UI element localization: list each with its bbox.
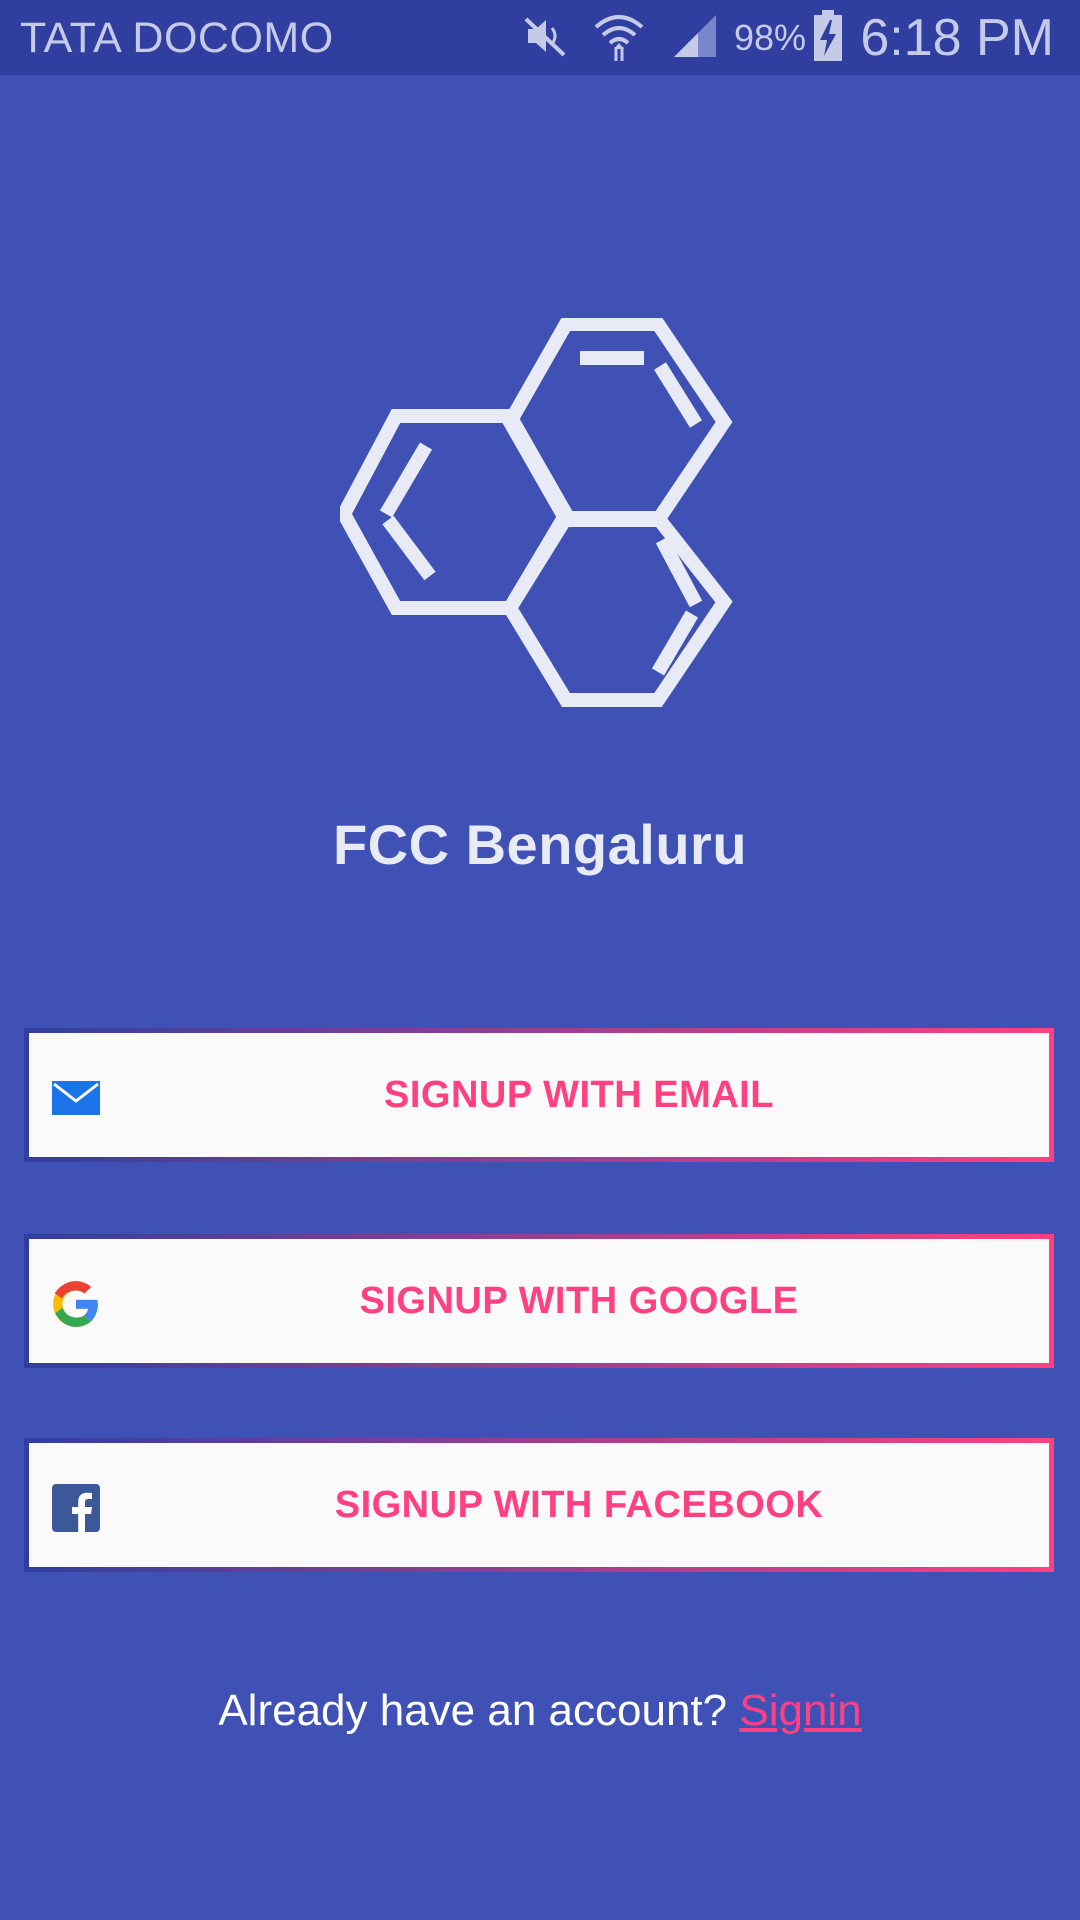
signup-email-label: SIGNUP WITH EMAIL (384, 1074, 774, 1116)
signup-google-label: SIGNUP WITH GOOGLE (359, 1280, 799, 1322)
signup-google-button[interactable]: SIGNUP WITH GOOGLE (24, 1234, 1054, 1368)
status-icons: 98% (520, 9, 844, 68)
signup-email-button[interactable]: SIGNUP WITH EMAIL (24, 1028, 1054, 1162)
battery-charging-icon (812, 9, 844, 67)
clock: 6:18 PM (860, 9, 1054, 67)
signin-prompt-text: Already have an account? (218, 1686, 740, 1735)
battery-percent: 98% (734, 17, 807, 58)
app-title: FCC Bengaluru (332, 813, 748, 876)
signup-screen: TATA DOCOMO 98% 6:18 PM FCC Bengaluru SI… (0, 0, 1080, 1920)
signin-link[interactable]: Signin (739, 1686, 861, 1735)
status-bar: TATA DOCOMO 98% 6:18 PM (0, 0, 1080, 75)
email-icon (51, 1073, 101, 1123)
signin-prompt: Already have an account? Signin (0, 1686, 1080, 1736)
app-logo-icon (336, 317, 740, 708)
mute-icon (520, 11, 570, 66)
carrier-name: TATA DOCOMO (20, 14, 334, 62)
wifi-icon (592, 9, 646, 68)
signal-icon (670, 11, 720, 66)
signup-facebook-label: SIGNUP WITH FACEBOOK (334, 1484, 824, 1526)
signup-facebook-button[interactable]: SIGNUP WITH FACEBOOK (24, 1438, 1054, 1572)
google-icon (51, 1279, 101, 1329)
facebook-icon (51, 1483, 101, 1533)
